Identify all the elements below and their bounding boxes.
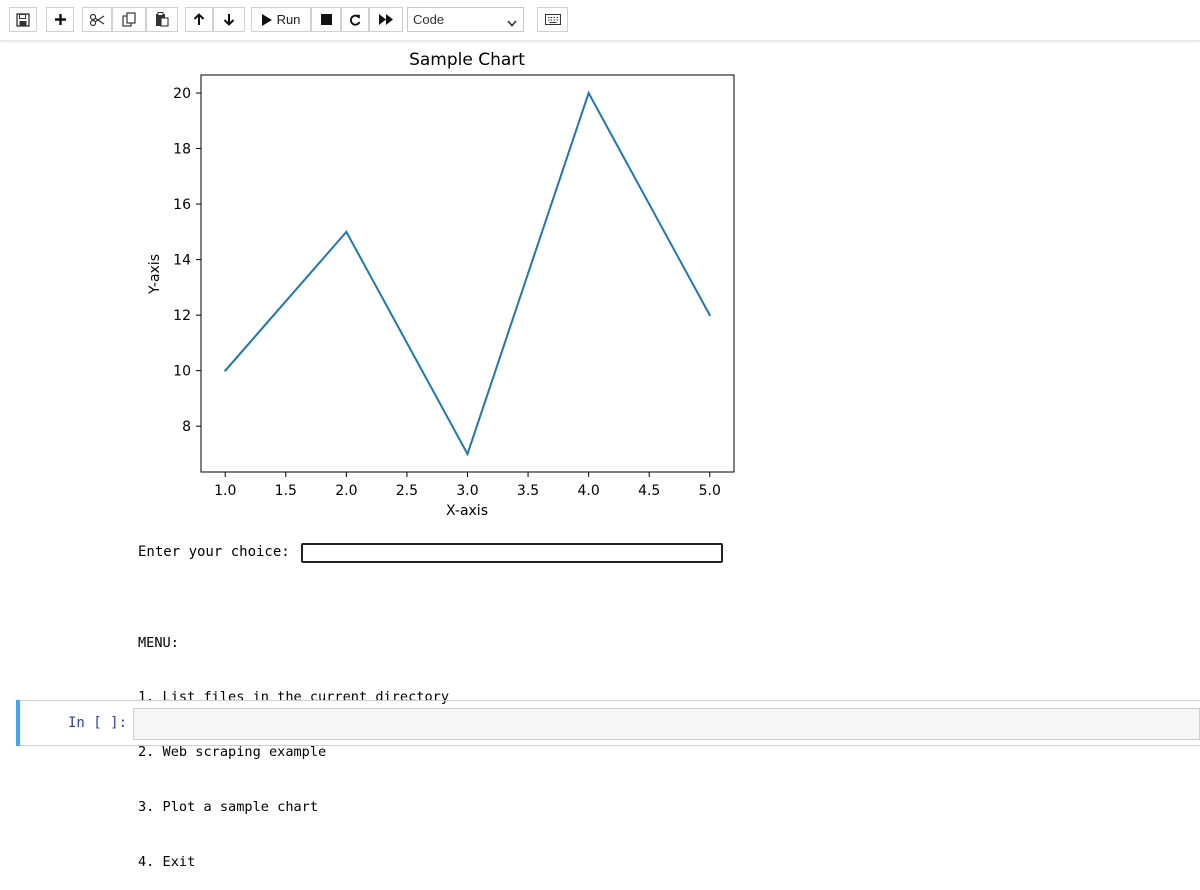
paste-button[interactable] bbox=[146, 7, 178, 32]
restart-icon bbox=[349, 14, 361, 26]
move-up-button[interactable] bbox=[185, 7, 213, 32]
fast-forward-icon bbox=[379, 14, 393, 25]
command-palette-button[interactable] bbox=[537, 7, 568, 32]
y-tick-label: 20 bbox=[173, 86, 191, 102]
menu-item: 3. Plot a sample chart bbox=[138, 799, 319, 816]
x-tick-label: 3.5 bbox=[517, 483, 539, 499]
menu-item: 4. Exit bbox=[138, 854, 196, 871]
data-point bbox=[466, 452, 469, 455]
data-point bbox=[345, 230, 348, 233]
x-tick-label: 4.5 bbox=[638, 483, 660, 499]
x-axis: 1.0 1.5 2.0 2.5 3.0 3.5 4.0 4.5 5.0 bbox=[214, 472, 721, 499]
run-label: Run bbox=[276, 12, 301, 27]
cell-type-value: Code bbox=[413, 12, 445, 27]
y-tick-label: 10 bbox=[173, 364, 191, 380]
run-icon bbox=[261, 13, 272, 26]
plot-frame bbox=[200, 74, 735, 473]
x-tick-label: 4.0 bbox=[578, 483, 600, 499]
cut-button[interactable] bbox=[82, 7, 112, 32]
y-tick-label: 12 bbox=[173, 308, 191, 324]
x-tick-label: 2.0 bbox=[335, 483, 357, 499]
cut-icon bbox=[89, 13, 105, 27]
stop-icon bbox=[320, 14, 332, 25]
data-point bbox=[587, 92, 590, 95]
x-axis-label: X-axis bbox=[446, 503, 488, 519]
x-tick-label: 1.5 bbox=[275, 483, 297, 499]
run-button[interactable]: Run bbox=[251, 7, 311, 32]
save-button[interactable] bbox=[9, 7, 37, 32]
move-down-button[interactable] bbox=[213, 7, 245, 32]
add-cell-button[interactable] bbox=[46, 7, 74, 32]
choice-prompt-label: Enter your choice: bbox=[138, 544, 290, 560]
paste-icon bbox=[155, 12, 169, 27]
choice-input[interactable] bbox=[301, 543, 723, 563]
y-tick-label: 18 bbox=[173, 142, 191, 158]
restart-button[interactable] bbox=[341, 7, 369, 32]
y-tick-label: 16 bbox=[173, 197, 191, 213]
y-axis-label: Y-axis bbox=[147, 254, 163, 295]
data-point bbox=[708, 314, 711, 317]
chevron-down-icon bbox=[507, 15, 517, 30]
data-points bbox=[224, 92, 711, 455]
stop-button[interactable] bbox=[311, 7, 341, 32]
y-tick-label: 14 bbox=[173, 253, 191, 269]
y-tick-label: 8 bbox=[182, 419, 191, 435]
x-tick-label: 2.5 bbox=[396, 483, 418, 499]
copy-icon bbox=[121, 12, 137, 27]
keyboard-icon bbox=[544, 14, 561, 25]
cell-type-select[interactable]: Code bbox=[407, 7, 524, 32]
data-point bbox=[224, 369, 227, 372]
move-up-icon bbox=[193, 13, 205, 26]
copy-button[interactable] bbox=[112, 7, 146, 32]
x-tick-label: 5.0 bbox=[699, 483, 721, 499]
line-chart: Sample Chart 1.0 1.5 2.0 2.5 3.0 3.5 4.0 4.5 5.0… bbox=[147, 50, 735, 519]
notebook-toolbar: Run Code bbox=[0, 0, 1200, 41]
y-axis: 8 10 12 14 16 18 20 bbox=[173, 86, 201, 435]
add-icon bbox=[54, 13, 67, 26]
run-all-button[interactable] bbox=[369, 7, 403, 32]
x-tick-label: 1.0 bbox=[214, 483, 236, 499]
menu-heading: MENU: bbox=[138, 634, 179, 651]
code-editor[interactable] bbox=[133, 708, 1200, 740]
save-icon bbox=[16, 12, 30, 27]
move-down-icon bbox=[223, 13, 235, 26]
cell-input-prompt: In [ ]: bbox=[68, 715, 128, 731]
data-series-line bbox=[224, 90, 711, 457]
menu-item: 2. Web scraping example bbox=[138, 744, 327, 761]
chart-title: Sample Chart bbox=[409, 50, 525, 70]
x-tick-label: 3.0 bbox=[456, 483, 478, 499]
